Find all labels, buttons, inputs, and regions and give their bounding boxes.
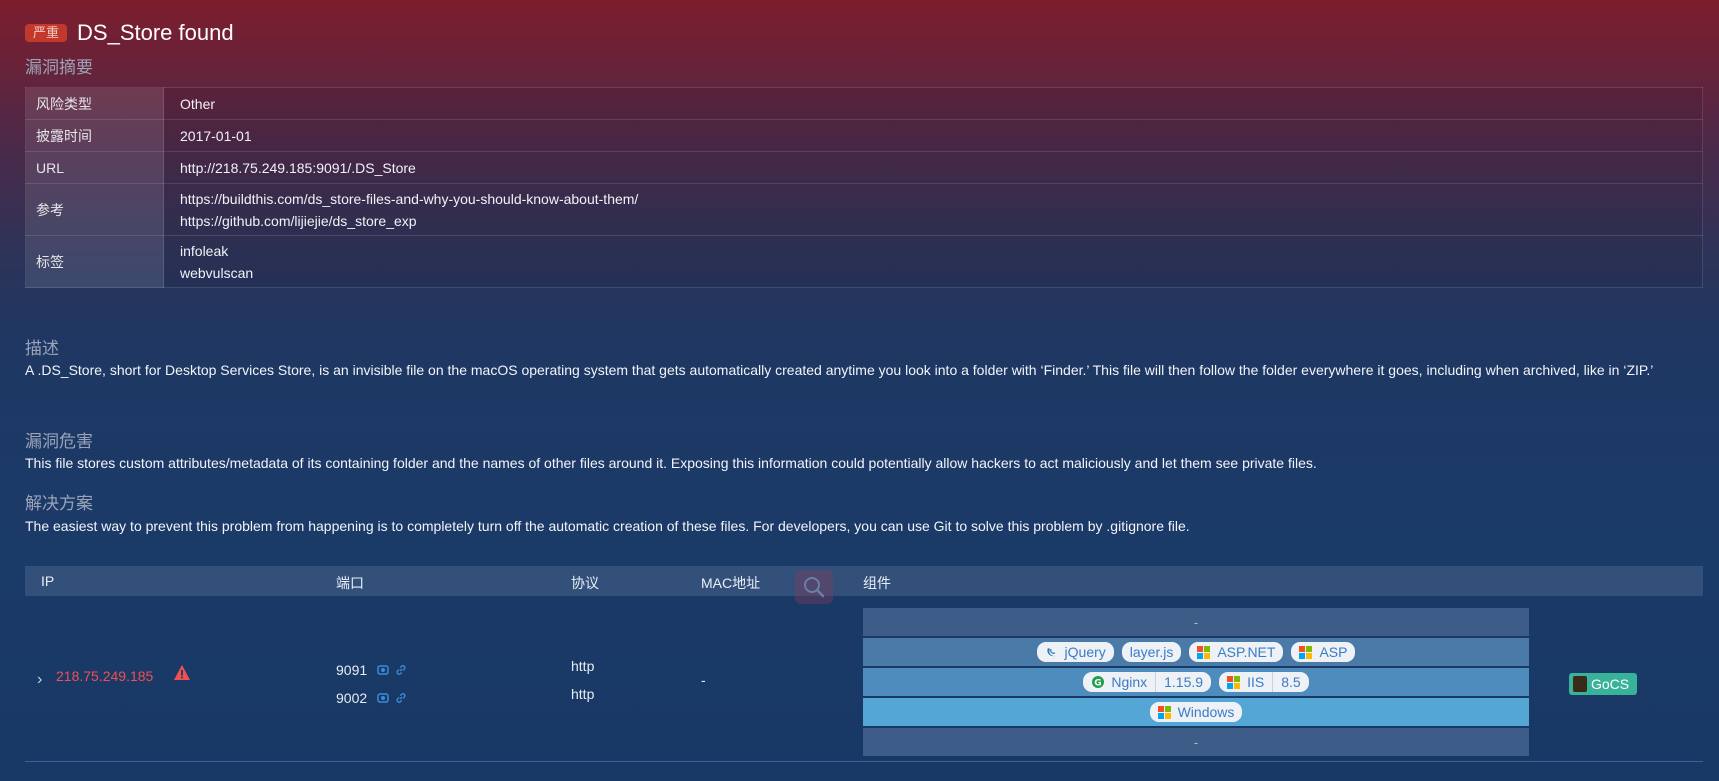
- divider: [25, 761, 1703, 762]
- protocol-value: http: [571, 658, 595, 674]
- component-tag[interactable]: layer.js: [1121, 642, 1182, 662]
- summary-heading: 漏洞摘要: [25, 58, 93, 77]
- summary-key: 风险类型: [25, 87, 164, 120]
- mac-value: -: [701, 672, 706, 688]
- solution-heading: 解决方案: [25, 494, 93, 513]
- tag-label: webvulscan: [180, 264, 254, 281]
- summary-key: URL: [25, 151, 164, 184]
- reference-link[interactable]: https://buildthis.com/ds_store-files-and…: [180, 188, 1702, 210]
- port-number: 9002: [336, 690, 368, 706]
- protocol-list: http http: [571, 656, 594, 712]
- summary-table: 风险类型 Other 披露时间 2017-01-01 URL http://21…: [25, 87, 1703, 288]
- link-icon[interactable]: [394, 663, 408, 677]
- column-port: 端口: [336, 575, 364, 591]
- component-tag[interactable]: jQuery: [1036, 642, 1114, 662]
- impact-heading: 漏洞危害: [25, 432, 93, 451]
- component-tag[interactable]: Windows: [1149, 702, 1243, 722]
- summary-key: 标签: [25, 235, 164, 288]
- component-row: jQuery layer.js ASP.NET ASP: [863, 638, 1529, 666]
- summary-value: https://buildthis.com/ds_store-files-and…: [163, 183, 1703, 236]
- port-number: 9091: [336, 662, 368, 678]
- component-tag[interactable]: G Nginx 1.15.9: [1083, 672, 1212, 692]
- solution-text: The easiest way to prevent this problem …: [25, 518, 1190, 534]
- summary-row-reference: 参考 https://buildthis.com/ds_store-files-…: [25, 183, 1703, 236]
- summary-row-tags: 标签 infoleak webvulscan: [25, 235, 1703, 288]
- component-tag[interactable]: IIS 8.5: [1219, 672, 1309, 692]
- windows-icon: [1299, 645, 1313, 659]
- page-title: DS_Store found: [77, 20, 234, 45]
- host-table-header: IP 端口 协议 MAC地址 组件: [25, 566, 1703, 596]
- windows-icon: [1197, 645, 1211, 659]
- summary-value: Other: [163, 87, 1703, 120]
- port-list: 9091 9002: [336, 656, 412, 712]
- poc-button[interactable]: GoCS: [1569, 673, 1638, 695]
- title-row: 严重 DS_Store found: [25, 18, 234, 48]
- svg-text:G: G: [1095, 679, 1102, 689]
- summary-key: 参考: [25, 183, 164, 236]
- screenshot-icon[interactable]: [376, 691, 390, 705]
- jquery-icon: [1045, 645, 1059, 659]
- column-components: 组件: [863, 575, 891, 591]
- column-ip: IP: [41, 573, 55, 589]
- summary-row-risk-type: 风险类型 Other: [25, 87, 1703, 120]
- impact-text: This file stores custom attributes/metad…: [25, 455, 1317, 471]
- link-icon[interactable]: [394, 691, 408, 705]
- component-row-empty: -: [863, 608, 1529, 636]
- protocol-value: http: [571, 686, 595, 702]
- summary-value[interactable]: http://218.75.249.185:9091/.DS_Store: [163, 151, 1703, 184]
- component-row-empty: -: [863, 728, 1529, 756]
- component-tag[interactable]: ASP.NET: [1189, 642, 1284, 662]
- column-protocol: 协议: [571, 575, 599, 591]
- component-tag[interactable]: ASP: [1291, 642, 1356, 662]
- description-heading: 描述: [25, 339, 59, 358]
- screenshot-icon[interactable]: [376, 663, 390, 677]
- chevron-right-icon[interactable]: ›: [37, 671, 42, 689]
- gocs-icon: [1573, 676, 1587, 692]
- port-entry: 9002: [336, 684, 412, 712]
- warning-icon: [173, 664, 191, 686]
- component-row: Windows: [863, 698, 1529, 726]
- summary-value: infoleak webvulscan: [163, 235, 1703, 288]
- windows-icon: [1227, 675, 1241, 689]
- severity-badge: 严重: [25, 24, 68, 42]
- table-row: › 218.75.249.185 9091 9002 http http - -: [25, 596, 1703, 764]
- component-row: G Nginx 1.15.9 IIS 8.5: [863, 668, 1529, 696]
- reference-link[interactable]: https://github.com/lijiejie/ds_store_exp: [180, 210, 1702, 232]
- summary-value: 2017-01-01: [163, 119, 1703, 152]
- windows-icon: [1157, 705, 1171, 719]
- column-mac: MAC地址: [701, 575, 761, 591]
- description-text: A .DS_Store, short for Desktop Services …: [25, 362, 1654, 378]
- nginx-icon: G: [1091, 675, 1105, 689]
- summary-row-url: URL http://218.75.249.185:9091/.DS_Store: [25, 151, 1703, 184]
- tag-label: infoleak: [180, 242, 229, 259]
- url-link[interactable]: http://218.75.249.185:9091/.DS_Store: [180, 157, 1702, 179]
- host-ip[interactable]: 218.75.249.185: [56, 668, 153, 684]
- component-stack: - jQuery layer.js ASP.NET ASP G Nginx 1.1…: [863, 608, 1529, 758]
- port-entry: 9091: [336, 656, 412, 684]
- summary-key: 披露时间: [25, 119, 164, 152]
- summary-row-disclosure-date: 披露时间 2017-01-01: [25, 119, 1703, 152]
